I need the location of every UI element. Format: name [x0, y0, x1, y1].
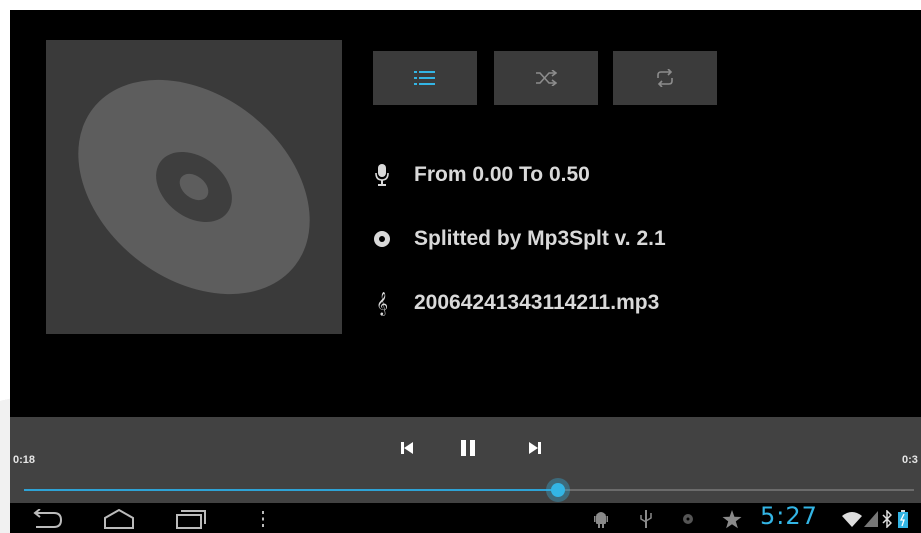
previous-button[interactable] — [390, 433, 424, 463]
android-debug-icon — [594, 508, 608, 530]
system-navigation-bar: 5:27 — [10, 502, 921, 533]
bluetooth-icon — [882, 508, 892, 530]
previous-icon — [401, 442, 413, 454]
pause-button[interactable] — [451, 433, 485, 463]
seek-progress — [24, 489, 558, 491]
wifi-icon — [842, 508, 862, 530]
title-text: 20064241343114211.mp3 — [414, 291, 660, 314]
overflow-menu-icon — [262, 511, 264, 527]
title-row: 𝄞 20064241343114211.mp3 — [372, 291, 659, 315]
duration-time: 0:3 — [902, 454, 918, 466]
album-text: Splitted by Mp3Splt v. 2.1 — [414, 227, 666, 250]
seek-thumb[interactable] — [546, 478, 570, 502]
repeat-button[interactable] — [613, 51, 717, 105]
back-button[interactable] — [30, 508, 64, 530]
home-icon — [104, 509, 134, 529]
battery-icon — [898, 508, 908, 530]
shuffle-button[interactable] — [494, 51, 598, 105]
playlist-icon — [414, 71, 435, 85]
elapsed-time: 0:18 — [13, 454, 36, 466]
tablet-screen: From 0.00 To 0.50 Splitted by Mp3Splt v.… — [10, 10, 921, 533]
next-icon — [529, 442, 541, 454]
album-row: Splitted by Mp3Splt v. 2.1 — [372, 227, 666, 251]
signal-icon — [864, 508, 878, 530]
home-button[interactable] — [102, 508, 136, 530]
playback-controls: 0:18 0:3 — [10, 417, 921, 503]
star-icon — [722, 508, 742, 530]
artist-text: From 0.00 To 0.50 — [414, 163, 590, 186]
microphone-icon — [372, 164, 392, 186]
status-clock: 5:27 — [760, 502, 818, 530]
album-disc-icon — [372, 228, 392, 250]
recent-apps-button[interactable] — [174, 508, 208, 530]
pause-icon — [461, 440, 475, 456]
album-art — [46, 40, 342, 334]
usb-icon — [640, 508, 652, 530]
artist-row: From 0.00 To 0.50 — [372, 163, 590, 187]
shuffle-icon — [536, 70, 557, 86]
disc-icon — [78, 79, 310, 295]
media-playing-icon — [682, 508, 694, 530]
back-icon — [33, 509, 63, 528]
recent-apps-icon — [176, 510, 206, 529]
repeat-icon — [657, 69, 673, 87]
seek-bar[interactable] — [24, 478, 914, 502]
treble-clef-icon: 𝄞 — [376, 291, 388, 315]
menu-button[interactable] — [260, 508, 266, 530]
playlist-button[interactable] — [373, 51, 477, 105]
next-button[interactable] — [518, 433, 552, 463]
